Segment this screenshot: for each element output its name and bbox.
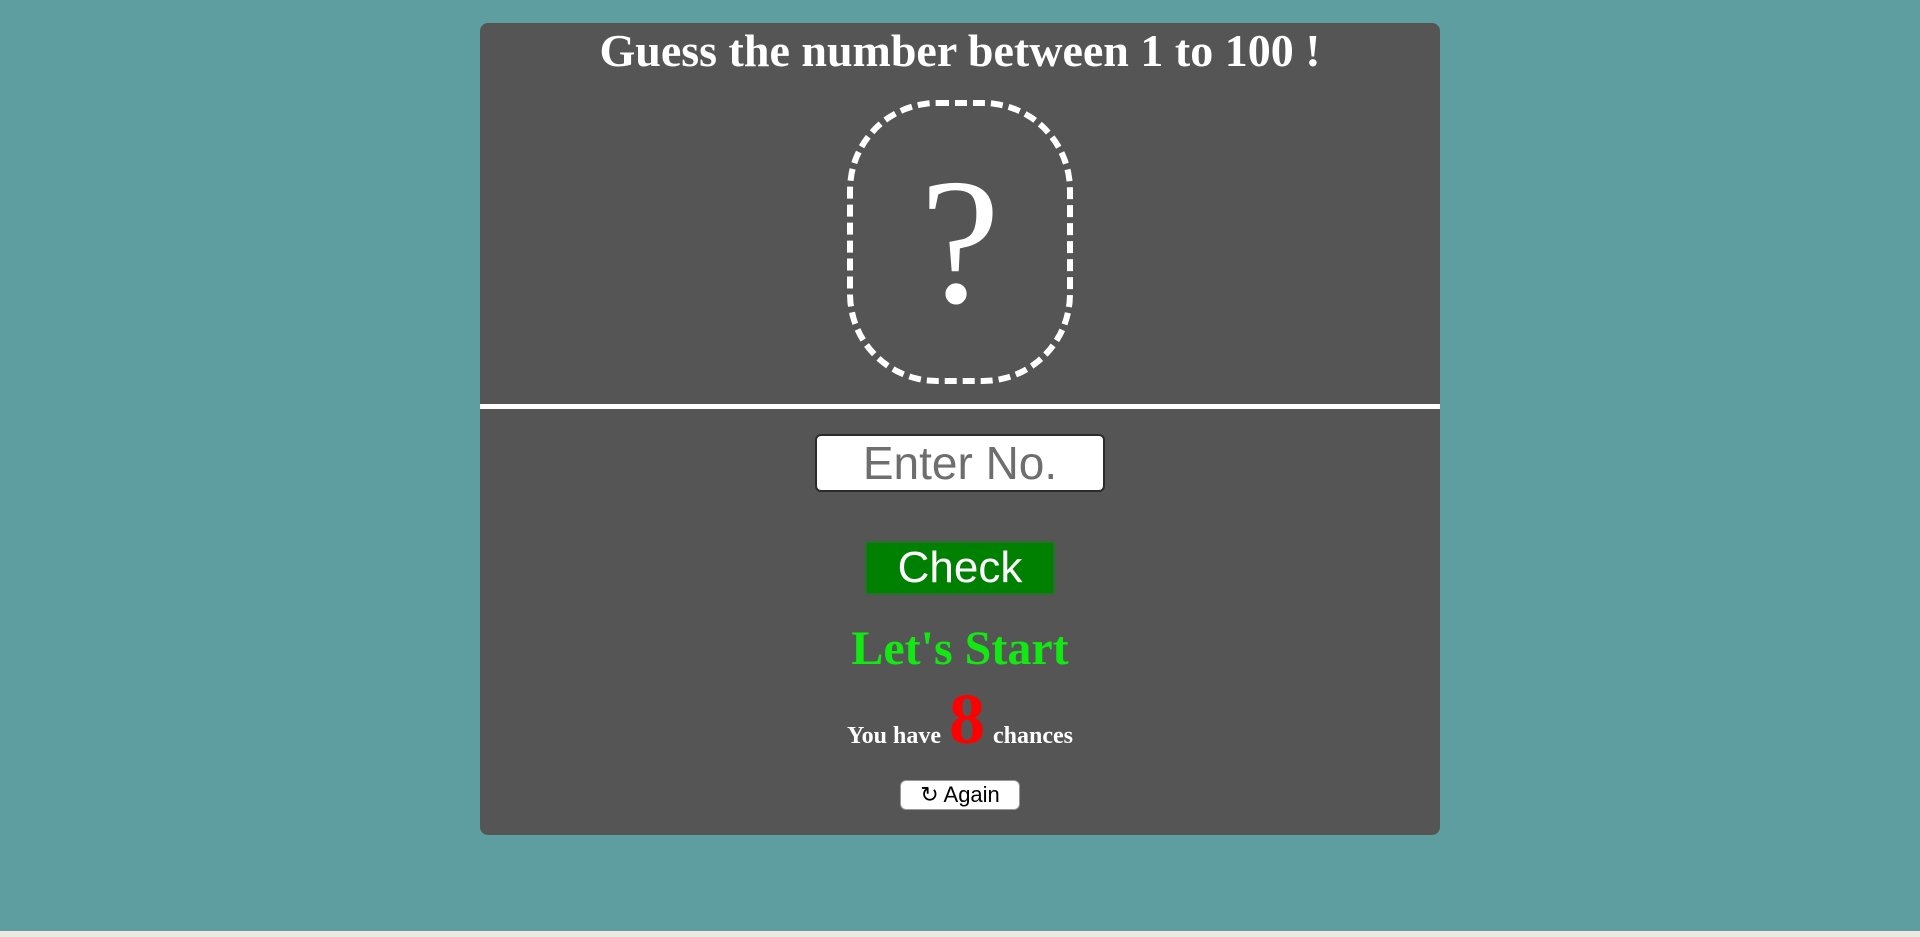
again-button[interactable]: ↻ Again	[900, 780, 1020, 810]
chances-count: 8	[949, 679, 986, 759]
question-mark: ?	[920, 142, 1000, 341]
chances-line: You have 8 chances	[480, 679, 1440, 769]
game-title: Guess the number between 1 to 100 !	[599, 25, 1321, 76]
status-message: Let's Start	[851, 622, 1069, 675]
hidden-number-box: ?	[847, 100, 1073, 384]
chances-suffix: chances	[993, 723, 1074, 749]
divider	[480, 404, 1440, 409]
chances-prefix: You have	[846, 723, 942, 749]
guess-input[interactable]	[815, 434, 1105, 492]
check-button[interactable]: Check	[865, 541, 1055, 595]
bottom-strip	[0, 931, 1920, 937]
game-card: Guess the number between 1 to 100 ! ? Ch…	[480, 23, 1440, 835]
